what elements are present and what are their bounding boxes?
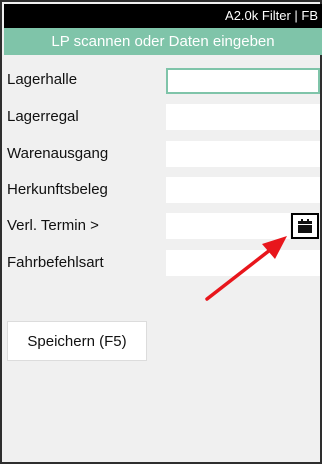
annotation-arrow <box>205 236 287 301</box>
